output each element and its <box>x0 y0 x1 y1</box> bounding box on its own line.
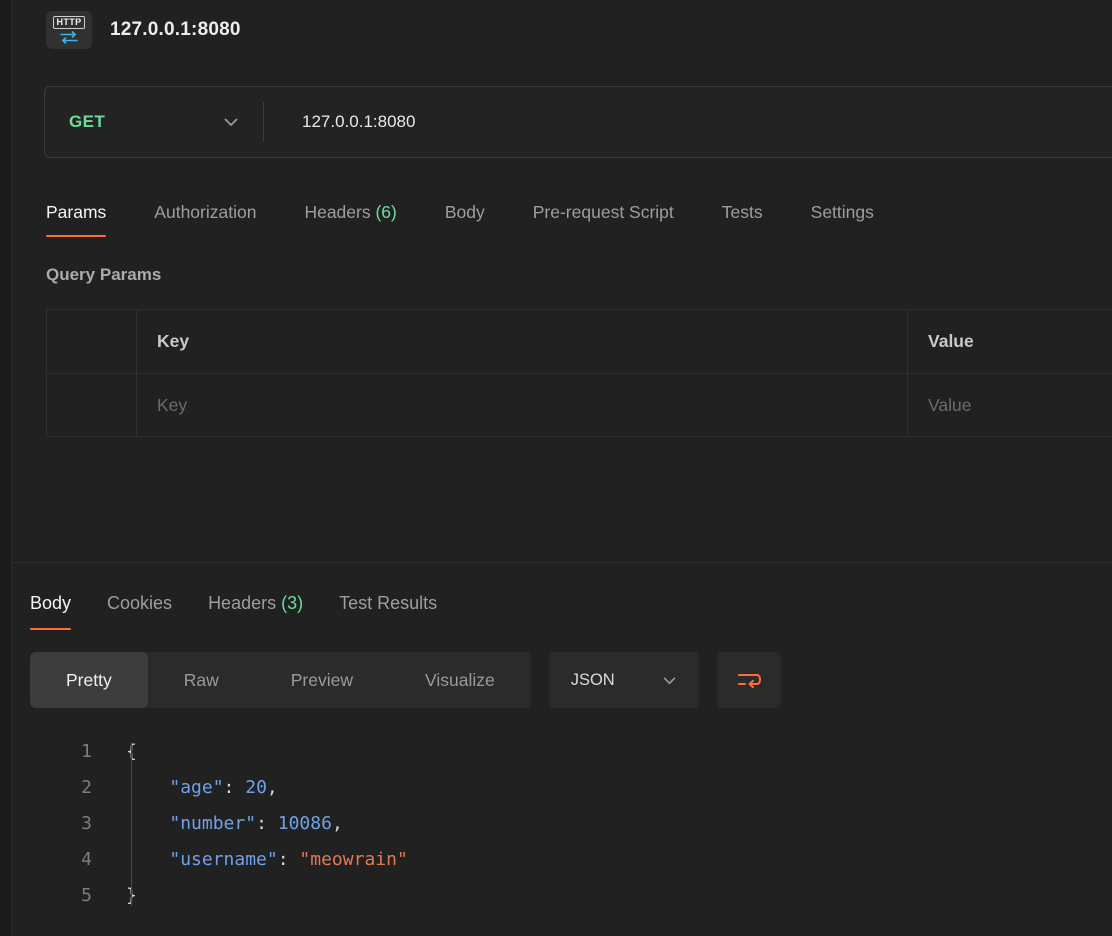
request-tab-tests[interactable]: Tests <box>722 194 763 237</box>
response-view-switcher: Pretty Raw Preview Visualize <box>30 652 531 708</box>
request-tab-label-settings: Settings <box>811 202 874 222</box>
method-dropdown[interactable]: GET <box>45 87 263 157</box>
view-mode-label-raw: Raw <box>184 670 219 690</box>
request-tab-pre-request-script[interactable]: Pre-request Script <box>533 194 674 237</box>
token-str: "meowrain" <box>299 849 407 870</box>
token-num: 10086 <box>278 813 332 834</box>
format-label: JSON <box>571 671 615 690</box>
line-number: 3 <box>30 806 92 842</box>
token-punc <box>126 813 169 834</box>
code-text: "age": 20, <box>126 770 278 806</box>
code-line: 1{ <box>30 734 1112 770</box>
view-mode-preview[interactable]: Preview <box>255 652 389 708</box>
url-input[interactable] <box>264 112 1112 132</box>
response-tab-label-headers: Headers <box>208 593 276 613</box>
value-column-header: Value <box>908 310 1112 373</box>
view-mode-label-pretty: Pretty <box>66 670 112 690</box>
view-mode-visualize[interactable]: Visualize <box>389 652 531 708</box>
code-lines: 1{2 "age": 20,3 "number": 10086,4 "usern… <box>30 734 1112 914</box>
view-mode-raw[interactable]: Raw <box>148 652 255 708</box>
response-toolbar: Pretty Raw Preview Visualize JSON <box>30 652 1112 708</box>
code-line: 3 "number": 10086, <box>30 806 1112 842</box>
request-tab-headers[interactable]: Headers (6) <box>304 194 396 237</box>
request-tab-settings[interactable]: Settings <box>811 194 874 237</box>
sidebar-edge <box>0 0 12 936</box>
response-tab-label-test-results: Test Results <box>339 593 437 613</box>
token-punc: , <box>267 777 278 798</box>
request-header: HTTP 127.0.0.1:8080 <box>12 0 1112 52</box>
format-dropdown[interactable]: JSON <box>549 652 699 708</box>
request-tab-label-params: Params <box>46 202 106 222</box>
view-mode-pretty[interactable]: Pretty <box>30 652 148 708</box>
line-number: 5 <box>30 878 92 914</box>
request-tab-count-headers: (6) <box>371 202 397 222</box>
request-panel: HTTP 127.0.0.1:8080 GET P <box>12 0 1112 936</box>
token-key: "username" <box>169 849 277 870</box>
request-tab-params[interactable]: Params <box>46 194 106 237</box>
code-text: "username": "meowrain" <box>126 842 408 878</box>
code-line: 2 "age": 20, <box>30 770 1112 806</box>
token-key: "age" <box>169 777 223 798</box>
table-row: Key Value <box>47 373 1112 436</box>
indent-guide <box>131 742 132 906</box>
token-num: 20 <box>245 777 267 798</box>
key-input-cell[interactable]: Key <box>137 374 908 436</box>
line-number: 2 <box>30 770 92 806</box>
response-tab-label-body: Body <box>30 593 71 613</box>
app-window: HTTP 127.0.0.1:8080 GET P <box>0 0 1112 936</box>
response-tab-test-results[interactable]: Test Results <box>339 583 437 630</box>
token-key: "number" <box>169 813 256 834</box>
query-params-heading: Query Params <box>46 265 1112 285</box>
value-input-cell[interactable]: Value <box>908 374 1112 436</box>
request-tab-label-pre-request-script: Pre-request Script <box>533 202 674 222</box>
view-mode-label-preview: Preview <box>291 670 353 690</box>
response-tab-body[interactable]: Body <box>30 583 71 630</box>
checkbox-column-header <box>47 310 137 373</box>
request-tab-body[interactable]: Body <box>445 194 485 237</box>
token-punc <box>126 849 169 870</box>
response-tab-headers[interactable]: Headers (3) <box>208 583 303 630</box>
chevron-down-icon <box>223 117 239 127</box>
key-column-header: Key <box>137 310 908 373</box>
token-punc: : <box>278 849 300 870</box>
response-body-viewer: 1{2 "age": 20,3 "number": 10086,4 "usern… <box>30 734 1112 914</box>
request-tab-label-headers: Headers <box>304 202 370 222</box>
response-tab-count-headers: (3) <box>276 593 303 613</box>
token-punc: , <box>332 813 343 834</box>
wrap-lines-icon <box>736 669 762 691</box>
request-tab-label-tests: Tests <box>722 202 763 222</box>
code-line: 5} <box>30 878 1112 914</box>
url-bar: GET <box>44 86 1112 158</box>
request-tabs: Params Authorization Headers (6) Body Pre-re… <box>46 194 1112 237</box>
line-number: 1 <box>30 734 92 770</box>
token-punc <box>126 777 169 798</box>
query-params-table: Key Value Key Value <box>46 309 1112 437</box>
code-line: 4 "username": "meowrain" <box>30 842 1112 878</box>
row-checkbox-cell[interactable] <box>47 374 137 436</box>
token-punc: : <box>256 813 278 834</box>
line-number: 4 <box>30 842 92 878</box>
chevron-down-icon <box>662 676 677 685</box>
request-tab-authorization[interactable]: Authorization <box>154 194 256 237</box>
view-mode-label-visualize: Visualize <box>425 670 495 690</box>
response-tab-label-cookies: Cookies <box>107 593 172 613</box>
response-tab-cookies[interactable]: Cookies <box>107 583 172 630</box>
code-text: "number": 10086, <box>126 806 343 842</box>
bidirectional-arrows-icon <box>59 31 79 44</box>
method-label: GET <box>69 112 105 132</box>
request-title: 127.0.0.1:8080 <box>110 19 241 41</box>
response-tabs: Body Cookies Headers (3) Test Results <box>30 583 1112 630</box>
token-punc: : <box>224 777 246 798</box>
http-request-icon: HTTP <box>46 11 92 49</box>
request-tab-label-body: Body <box>445 202 485 222</box>
response-panel: Body Cookies Headers (3) Test Results Prett… <box>12 562 1112 914</box>
http-badge-label: HTTP <box>53 16 84 29</box>
wrap-lines-button[interactable] <box>717 652 781 708</box>
request-tab-label-authorization: Authorization <box>154 202 256 222</box>
table-header-row: Key Value <box>47 310 1112 373</box>
